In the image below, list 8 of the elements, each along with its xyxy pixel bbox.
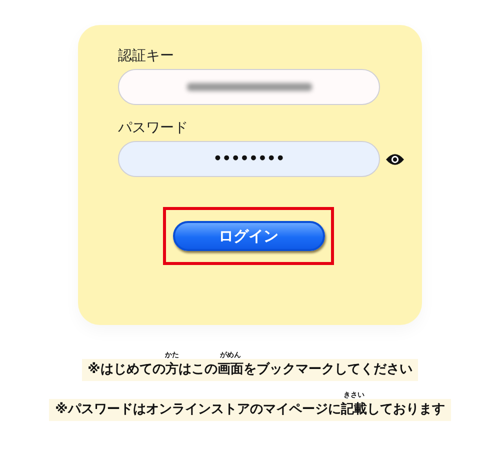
note-text: ※パスワードはオンラインストアのマイページに記載しております	[49, 399, 451, 421]
login-button[interactable]: ログイン	[172, 221, 324, 251]
input-field[interactable]	[118, 69, 380, 105]
field-label: パスワード	[118, 119, 188, 137]
eye-icon[interactable]	[386, 152, 404, 166]
input-field[interactable]: ••••••••	[118, 141, 380, 177]
field-label: 認証キー	[118, 47, 174, 65]
note-text: ※はじめての方はこの画面をブックマークしてください	[82, 359, 418, 381]
